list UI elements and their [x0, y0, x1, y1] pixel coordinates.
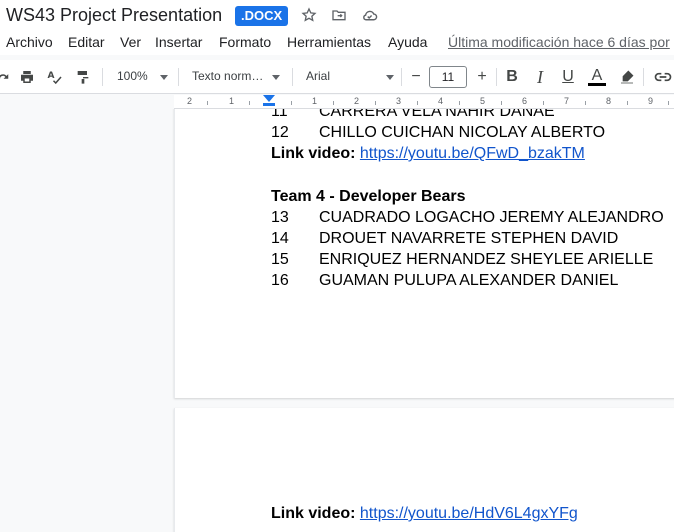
toolbar-divider	[401, 68, 402, 86]
font-select[interactable]: Arial	[306, 69, 330, 83]
toolbar-divider	[292, 68, 293, 86]
ruler-label: 4	[438, 96, 444, 106]
star-icon[interactable]	[299, 5, 319, 25]
print-icon[interactable]	[16, 66, 38, 88]
member-name: CARRERA VELA NAHIR DANAE	[319, 109, 555, 120]
ruler-tick	[249, 101, 250, 105]
paint-format-icon[interactable]	[72, 66, 94, 88]
spellcheck-icon[interactable]: A	[44, 66, 66, 88]
docx-badge: .DOCX	[235, 6, 289, 26]
document-title[interactable]: WS43 Project Presentation	[6, 5, 222, 26]
ruler-tick	[291, 101, 292, 105]
style-caret-icon	[272, 75, 280, 80]
menu-editar[interactable]: Editar	[68, 34, 105, 50]
link-video-label: Link video:	[271, 145, 356, 162]
move-to-folder-icon[interactable]	[329, 5, 349, 25]
ruler-tick	[207, 101, 208, 105]
bold-icon[interactable]: B	[501, 66, 523, 88]
ruler-tick	[417, 101, 418, 105]
menu-ayuda[interactable]: Ayuda	[388, 34, 427, 50]
svg-text:A: A	[48, 71, 55, 81]
font-caret-icon	[386, 75, 394, 80]
member-number: 14	[271, 230, 289, 247]
ruler-tick	[501, 101, 502, 105]
toolbar-divider	[496, 68, 497, 86]
ruler-label: 1	[312, 96, 318, 106]
increase-font-size-icon[interactable]: +	[471, 66, 493, 88]
video-link[interactable]: https://youtu.be/HdV6L4gxYFg	[360, 505, 578, 522]
toolbar-divider	[643, 68, 644, 86]
video-link[interactable]: https://youtu.be/QFwD_bzakTM	[360, 145, 585, 162]
toolbar-divider	[102, 68, 103, 86]
link-video-label: Link video:	[271, 505, 356, 522]
zoom-caret-icon	[160, 75, 168, 80]
ruler-row: 2 1 1 2 3 4 5 6 7 8 9	[0, 95, 674, 109]
link-line: Link video: https://youtu.be/HdV6L4gxYFg	[271, 505, 578, 523]
underline-icon[interactable]: U	[557, 66, 579, 88]
member-number: 11	[271, 109, 288, 120]
ruler-tick	[375, 101, 376, 105]
zoom-select[interactable]: 100%	[117, 69, 148, 83]
menu-ver[interactable]: Ver	[120, 34, 141, 50]
ruler-tick	[333, 101, 334, 105]
ruler-label: 2	[187, 96, 193, 106]
toolbar: A 100% Texto norm… Arial − + B I U A	[0, 60, 674, 94]
ruler-label: 6	[522, 96, 528, 106]
menu-insertar[interactable]: Insertar	[155, 34, 202, 50]
cloud-status-icon[interactable]	[359, 5, 379, 25]
google-docs-window: WS43 Project Presentation .DOCX Archivo …	[0, 0, 674, 532]
redo-icon[interactable]	[0, 66, 14, 88]
document-page[interactable]: 11 CARRERA VELA NAHIR DANAE 12 CHILLO CU…	[174, 109, 674, 398]
font-size-input[interactable]: 11	[429, 66, 467, 88]
menu-archivo[interactable]: Archivo	[6, 34, 53, 50]
member-number: 16	[271, 272, 289, 289]
link-line: Link video: https://youtu.be/QFwD_bzakTM	[271, 145, 585, 163]
ruler-tick	[543, 101, 544, 105]
member-name: GUAMAN PULUPA ALEXANDER DANIEL	[319, 272, 619, 289]
ruler-label: 8	[606, 96, 612, 106]
indent-marker-icon[interactable]	[263, 95, 275, 102]
team-heading: Team 4 - Developer Bears	[271, 188, 466, 205]
ruler-tick	[627, 101, 628, 105]
decrease-font-size-icon[interactable]: −	[405, 66, 427, 88]
insert-link-icon[interactable]	[652, 66, 674, 88]
ruler-label: 3	[396, 96, 402, 106]
member-number: 12	[271, 124, 289, 141]
ruler-label: 9	[648, 96, 654, 106]
member-number: 13	[271, 209, 289, 226]
ruler-tick	[459, 101, 460, 105]
document-canvas[interactable]: 11 CARRERA VELA NAHIR DANAE 12 CHILLO CU…	[0, 109, 674, 532]
ruler-label: 5	[480, 96, 486, 106]
document-page[interactable]: Link video: https://youtu.be/HdV6L4gxYFg	[174, 408, 674, 532]
member-name: CHILLO CUICHAN NICOLAY ALBERTO	[319, 124, 606, 141]
menu-bar: Archivo Editar Ver Insertar Formato Herr…	[0, 30, 674, 55]
title-bar: WS43 Project Presentation .DOCX	[0, 0, 674, 30]
member-number: 15	[271, 251, 289, 268]
ruler-label: 7	[564, 96, 570, 106]
highlight-color-icon[interactable]	[616, 66, 638, 88]
last-modified-link[interactable]: Última modificación hace 6 días por	[448, 34, 670, 50]
menu-herramientas[interactable]: Herramientas	[287, 34, 371, 50]
member-name: DROUET NAVARRETE STEPHEN DAVID	[319, 230, 619, 247]
menu-formato[interactable]: Formato	[219, 34, 271, 50]
ruler-tick	[668, 101, 669, 105]
ruler[interactable]: 2 1 1 2 3 4 5 6 7 8 9	[174, 95, 674, 109]
ruler-label: 1	[229, 96, 235, 106]
style-select[interactable]: Texto norm…	[192, 69, 263, 83]
ruler-label: 2	[354, 96, 360, 106]
first-line-indent-marker[interactable]	[263, 103, 275, 106]
member-name: ENRIQUEZ HERNANDEZ SHEYLEE ARIELLE	[319, 251, 654, 268]
member-name: CUADRADO LOGACHO JEREMY ALEJANDRO	[319, 209, 664, 226]
text-color-icon[interactable]: A	[586, 66, 608, 88]
italic-icon[interactable]: I	[529, 66, 551, 88]
toolbar-divider	[178, 68, 179, 86]
ruler-tick	[585, 101, 586, 105]
